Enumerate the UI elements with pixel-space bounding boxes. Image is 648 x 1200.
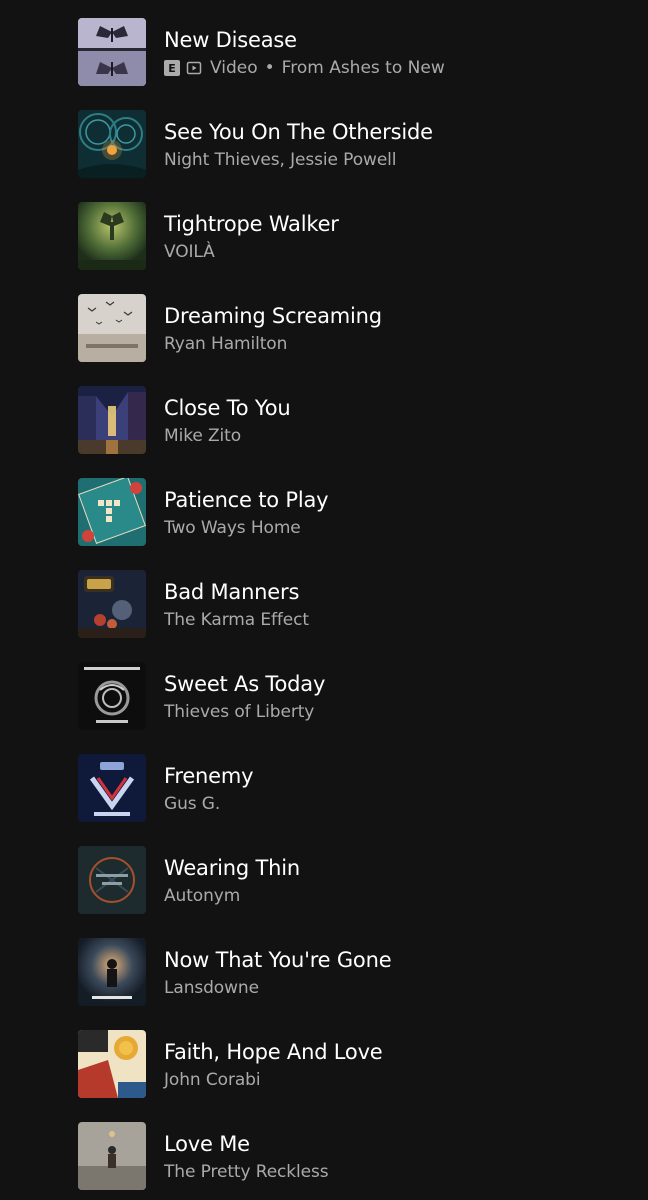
- album-art-gray-room[interactable]: [78, 1122, 146, 1190]
- track-title: Close To You: [164, 396, 291, 420]
- track-row[interactable]: Dreaming Screaming Ryan Hamilton: [0, 276, 648, 368]
- track-row[interactable]: Patience to Play Two Ways Home: [0, 460, 648, 552]
- track-row[interactable]: Close To You Mike Zito: [0, 368, 648, 460]
- separator-dot: •: [264, 58, 275, 78]
- track-title: Patience to Play: [164, 488, 329, 512]
- explicit-badge: E: [164, 60, 180, 76]
- track-artist[interactable]: John Corabi: [164, 1069, 261, 1091]
- track-row[interactable]: Tightrope Walker VOILÀ: [0, 184, 648, 276]
- content-type-label: Video: [210, 58, 258, 78]
- album-art-tarot-sun[interactable]: [78, 1030, 146, 1098]
- track-row[interactable]: Now That You're Gone Lansdowne: [0, 920, 648, 1012]
- album-art-green-figure[interactable]: [78, 202, 146, 270]
- track-row[interactable]: Frenemy Gus G.: [0, 736, 648, 828]
- track-title: Now That You're Gone: [164, 948, 392, 972]
- track-title: Bad Manners: [164, 580, 300, 604]
- track-artist[interactable]: Autonym: [164, 885, 240, 907]
- track-artist[interactable]: Night Thieves, Jessie Powell: [164, 149, 397, 171]
- track-row[interactable]: Bad Manners The Karma Effect: [0, 552, 648, 644]
- track-title: Wearing Thin: [164, 856, 300, 880]
- track-title: Frenemy: [164, 764, 254, 788]
- track-row[interactable]: See You On The Otherside Night Thieves, …: [0, 92, 648, 184]
- track-artist[interactable]: Mike Zito: [164, 425, 241, 447]
- source-label: From Ashes to New: [281, 58, 445, 78]
- track-row[interactable]: New Disease E Video • From Ashes to New: [0, 0, 648, 92]
- track-artist[interactable]: VOILÀ: [164, 241, 215, 263]
- album-art-still-life[interactable]: [78, 570, 146, 638]
- track-row[interactable]: Wearing Thin Autonym: [0, 828, 648, 920]
- album-art-dragon[interactable]: [78, 662, 146, 730]
- album-art-teal-swirl[interactable]: [78, 110, 146, 178]
- album-art-silhouette[interactable]: [78, 938, 146, 1006]
- track-artist[interactable]: Gus G.: [164, 793, 220, 815]
- album-art-birds-sky[interactable]: [78, 294, 146, 362]
- track-row[interactable]: Sweet As Today Thieves of Liberty: [0, 644, 648, 736]
- album-art-moth[interactable]: [78, 18, 146, 86]
- track-title: Sweet As Today: [164, 672, 326, 696]
- track-subtitle: E Video • From Ashes to New: [164, 57, 445, 79]
- track-title: Tightrope Walker: [164, 212, 339, 236]
- track-artist[interactable]: The Pretty Reckless: [164, 1161, 329, 1183]
- track-title: Love Me: [164, 1132, 250, 1156]
- track-title: Faith, Hope And Love: [164, 1040, 383, 1064]
- track-artist[interactable]: Ryan Hamilton: [164, 333, 287, 355]
- track-artist[interactable]: The Karma Effect: [164, 609, 309, 631]
- track-title: New Disease: [164, 28, 297, 52]
- track-title: See You On The Otherside: [164, 120, 433, 144]
- track-artist[interactable]: Thieves of Liberty: [164, 701, 314, 723]
- track-row[interactable]: Faith, Hope And Love John Corabi: [0, 1012, 648, 1104]
- video-icon: [186, 60, 202, 76]
- album-art-wearing-thin[interactable]: [78, 846, 146, 914]
- track-title: Dreaming Screaming: [164, 304, 382, 328]
- album-art-gus-g-logo[interactable]: [78, 754, 146, 822]
- track-row[interactable]: Love Me The Pretty Reckless: [0, 1104, 648, 1196]
- album-art-night-street[interactable]: [78, 386, 146, 454]
- track-artist[interactable]: Lansdowne: [164, 977, 259, 999]
- track-artist[interactable]: Two Ways Home: [164, 517, 301, 539]
- album-art-scrabble-board[interactable]: [78, 478, 146, 546]
